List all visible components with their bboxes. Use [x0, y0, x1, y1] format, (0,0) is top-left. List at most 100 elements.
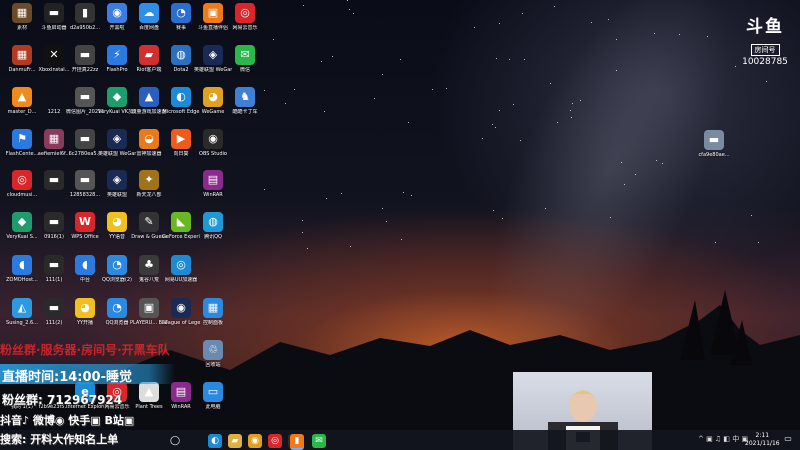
star [350, 246, 352, 248]
desktop-icon[interactable]: ▬ cfa9e80ae... [695, 130, 733, 158]
app-icon: ▬ [75, 170, 95, 190]
app-icon: ▲ [139, 87, 159, 107]
app-icon: ◒ [139, 129, 159, 149]
star [381, 207, 383, 209]
taskbar-start-icon[interactable]: ◯ [168, 434, 182, 448]
star [662, 163, 664, 165]
app-icon: ◉ [107, 3, 127, 23]
star [608, 19, 610, 21]
clock-date: 2021/11/16 [745, 440, 780, 447]
douyu-logo: 斗鱼 [746, 17, 784, 37]
desktop-icon[interactable]: ◍ 腾讯QQ [194, 212, 232, 240]
star [751, 215, 753, 217]
star [272, 38, 274, 40]
star [570, 110, 572, 112]
app-icon: ▬ [44, 298, 64, 318]
star [494, 126, 496, 128]
star [509, 59, 511, 60]
star [714, 242, 716, 244]
app-icon: ▬ [44, 212, 64, 232]
app-icon: ◍ [203, 212, 223, 232]
star [349, 9, 351, 11]
desktop-icon-label: 网易UU加速器 [164, 277, 198, 283]
app-icon: ◎ [12, 170, 32, 190]
app-icon: ◖ [75, 255, 95, 275]
clock[interactable]: 2:11 2021/11/16 [745, 432, 780, 448]
desktop-icon-label: 回收站 [205, 362, 221, 368]
room-number: 10028785 [742, 57, 788, 67]
app-icon: ▬ [44, 3, 64, 23]
taskbar-chrome-icon[interactable]: ◉ [248, 434, 262, 448]
star [579, 100, 581, 102]
desktop-icon-label: 微信 [239, 67, 250, 73]
desktop-icon[interactable]: ◎ 网易云音乐 [226, 3, 264, 31]
star [347, 0, 349, 2]
app-icon: ◔ [171, 3, 191, 23]
star [301, 219, 303, 221]
app-icon: ▤ [203, 170, 223, 190]
star [571, 117, 573, 119]
social-links: 抖音♪ 微博◉ 快手▣ B站▣ [0, 414, 135, 427]
desktop-icon-label: 控制面板 [202, 320, 223, 326]
app-icon: ◈ [107, 129, 127, 149]
app-icon: ◉ [171, 298, 191, 318]
app-icon: ◆ [107, 87, 127, 107]
app-icon [44, 87, 64, 107]
desktop-icon[interactable]: ✉ 微信 [226, 45, 264, 73]
star [399, 59, 401, 61]
notification-icon[interactable]: ▭ [782, 434, 794, 446]
desktop-icon[interactable]: ♲ 回收站 [194, 340, 232, 368]
desktop-icon-label: 此电脑 [205, 404, 221, 410]
app-icon: ◕ [203, 87, 223, 107]
app-icon: ▦ [44, 129, 64, 149]
desktop-icon[interactable]: ◉ OBS Studio [194, 129, 232, 157]
app-icon: ◎ [171, 255, 191, 275]
star [410, 195, 412, 197]
taskbar-wechat-icon[interactable]: ✉ [312, 434, 326, 448]
star [408, 122, 410, 124]
desktop-icon-label: cloudmusi... [6, 192, 38, 198]
desktop-icon[interactable]: ✦ 新天龙八部 [130, 170, 168, 198]
star [513, 103, 515, 105]
star [403, 191, 405, 193]
app-icon: ◍ [171, 45, 191, 65]
star [473, 27, 475, 29]
taskbar-edge-icon[interactable]: ◐ [208, 434, 222, 448]
desktop-icon[interactable]: ▤ WinRAR [194, 170, 232, 198]
app-icon: ▰ [139, 45, 159, 65]
taskbar-netease-icon[interactable]: ◎ [268, 434, 282, 448]
file-icon: ▬ [704, 130, 724, 150]
star [656, 160, 658, 162]
desktop-icon[interactable]: ◎ 网易UU加速器 [162, 255, 200, 283]
app-icon: ▬ [75, 129, 95, 149]
app-icon: ▦ [12, 3, 32, 23]
star [492, 123, 494, 125]
system-tray[interactable]: ^ ▣ ♫ ◧ 中 ▣ [698, 434, 748, 444]
desktop-icon-label: WinRAR [203, 192, 223, 198]
app-icon: ✎ [139, 212, 159, 232]
star [678, 34, 680, 36]
star [519, 140, 521, 142]
app-icon: W [75, 212, 95, 232]
taskbar-explorer-icon[interactable]: ▰ [228, 434, 242, 448]
star [302, 231, 304, 233]
star [590, 21, 592, 23]
desktop-icon[interactable]: ♞ 酷酷卡丁车 [226, 87, 264, 115]
app-icon: ◕ [107, 212, 127, 232]
star [382, 74, 384, 75]
star [609, 217, 611, 219]
star [264, 189, 266, 191]
desktop-icon-label: 腾讯QQ [204, 234, 222, 240]
star [553, 6, 555, 8]
desktop-icon[interactable]: ▭ 此电脑 [194, 382, 232, 410]
desktop-icon[interactable]: ▦ 控制面板 [194, 298, 232, 326]
app-icon: ⚑ [12, 129, 32, 149]
star [498, 109, 500, 111]
taskbar-douyu-icon[interactable]: ▮ [290, 434, 304, 450]
app-icon: ◈ [107, 170, 127, 190]
star [332, 55, 334, 57]
app-icon: ◉ [203, 129, 223, 149]
app-icon: ▬ [44, 170, 64, 190]
star [524, 58, 526, 60]
star [326, 198, 328, 200]
